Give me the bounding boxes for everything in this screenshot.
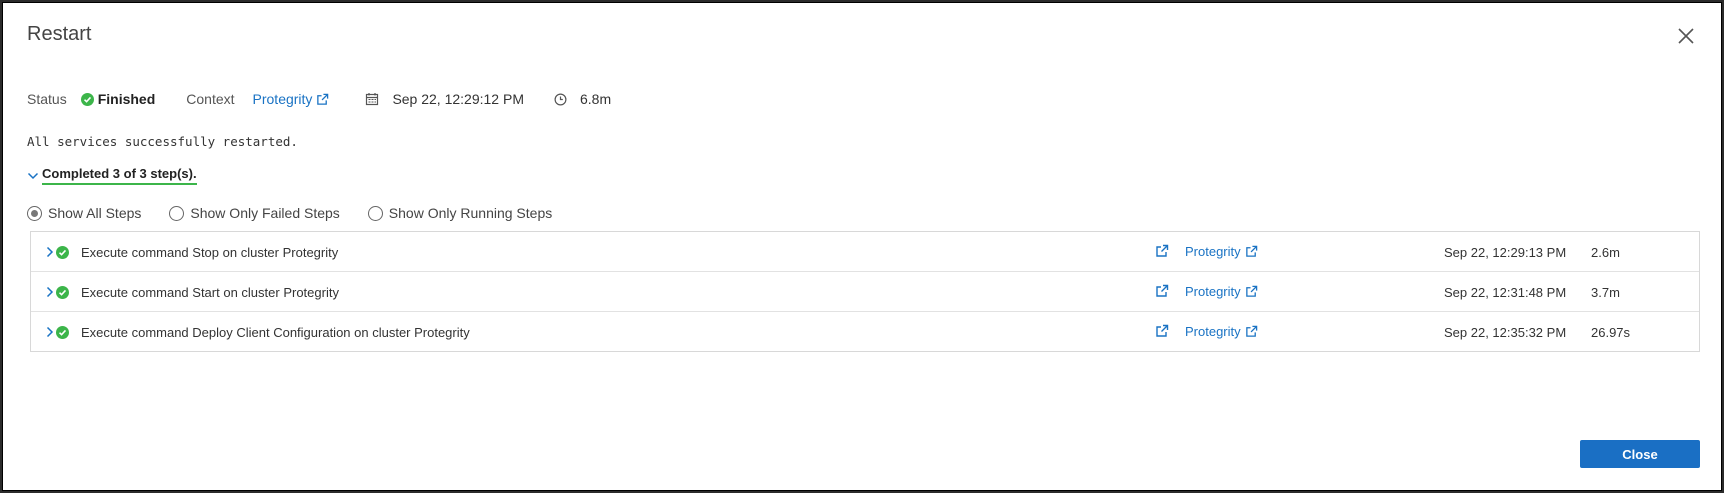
filter-all-steps[interactable]: Show All Steps [27, 205, 141, 221]
status-value: Finished [97, 91, 156, 107]
radio-button[interactable] [27, 205, 42, 221]
step-duration: 26.97s [1591, 325, 1631, 340]
external-link-icon [317, 93, 329, 105]
filter-running-steps[interactable]: Show Only Running Steps [367, 205, 553, 221]
cluster-link[interactable]: Protegrity [1185, 244, 1258, 259]
start-time: Sep 22, 12:29:12 PM [392, 91, 524, 107]
status-bar: Status Finished Context Protegrity Sep 2… [27, 89, 611, 109]
steps-summary: Completed 3 of 3 step(s). [42, 166, 197, 185]
close-button[interactable]: Close [1580, 440, 1700, 468]
context-link[interactable]: Protegrity [253, 91, 330, 107]
chevron-right-icon[interactable] [45, 246, 55, 258]
close-icon[interactable] [1675, 25, 1697, 47]
filter-label: Show Only Running Steps [388, 205, 553, 221]
step-duration: 2.6m [1591, 245, 1620, 260]
step-name: Execute command Deploy Client Configurat… [81, 325, 470, 340]
radio-button[interactable] [367, 205, 383, 221]
cluster-link-text: Protegrity [1185, 324, 1241, 339]
step-filters: Show All Steps Show Only Failed Steps Sh… [27, 205, 580, 221]
filter-label: Show Only Failed Steps [190, 205, 340, 221]
cluster-link[interactable]: Protegrity [1185, 284, 1258, 299]
steps-summary-toggle[interactable]: Completed 3 of 3 step(s). [27, 166, 197, 185]
external-link-icon [1245, 285, 1257, 297]
clock-icon [554, 93, 567, 105]
restart-dialog: Restart Status Finished Context Protegri… [2, 2, 1722, 491]
external-link-icon [1245, 245, 1257, 257]
context-label: Context [186, 91, 235, 107]
filter-label: Show All Steps [48, 205, 142, 221]
step-start-time: Sep 22, 12:35:32 PM [1444, 325, 1567, 340]
table-row: Execute command Start on cluster Protegr… [31, 272, 1699, 312]
chevron-right-icon[interactable] [45, 286, 55, 298]
step-start-time: Sep 22, 12:31:48 PM [1444, 285, 1567, 300]
steps-table: Execute command Stop on cluster Protegri… [30, 231, 1700, 352]
context-link-text: Protegrity [252, 91, 313, 107]
step-name: Execute command Stop on cluster Protegri… [81, 245, 339, 260]
success-check-icon [80, 92, 94, 106]
success-check-icon [56, 286, 69, 299]
success-check-icon [56, 326, 69, 339]
external-link-icon [1245, 325, 1257, 337]
table-row: Execute command Deploy Client Configurat… [31, 312, 1699, 352]
cluster-link-text: Protegrity [1185, 244, 1241, 259]
dialog-title: Restart [27, 23, 92, 45]
table-row: Execute command Stop on cluster Protegri… [31, 232, 1699, 272]
status-badge: Finished [80, 91, 156, 107]
radio-button[interactable] [169, 205, 185, 221]
step-start-time: Sep 22, 12:29:13 PM [1444, 245, 1567, 260]
calendar-icon [366, 93, 379, 106]
result-message: All services successfully restarted. [27, 134, 298, 149]
duration: 6.8m [579, 91, 612, 107]
external-link-icon[interactable] [1155, 244, 1169, 258]
external-link-icon[interactable] [1155, 284, 1169, 298]
external-link-icon[interactable] [1155, 324, 1169, 338]
filter-failed-steps[interactable]: Show Only Failed Steps [169, 205, 340, 221]
step-name: Execute command Start on cluster Protegr… [81, 285, 339, 300]
cluster-link-text: Protegrity [1185, 284, 1241, 299]
success-check-icon [56, 246, 69, 259]
status-label: Status [27, 91, 67, 107]
cluster-link[interactable]: Protegrity [1185, 324, 1258, 339]
chevron-down-icon [27, 172, 39, 179]
step-duration: 3.7m [1591, 285, 1620, 300]
chevron-right-icon[interactable] [45, 326, 55, 338]
